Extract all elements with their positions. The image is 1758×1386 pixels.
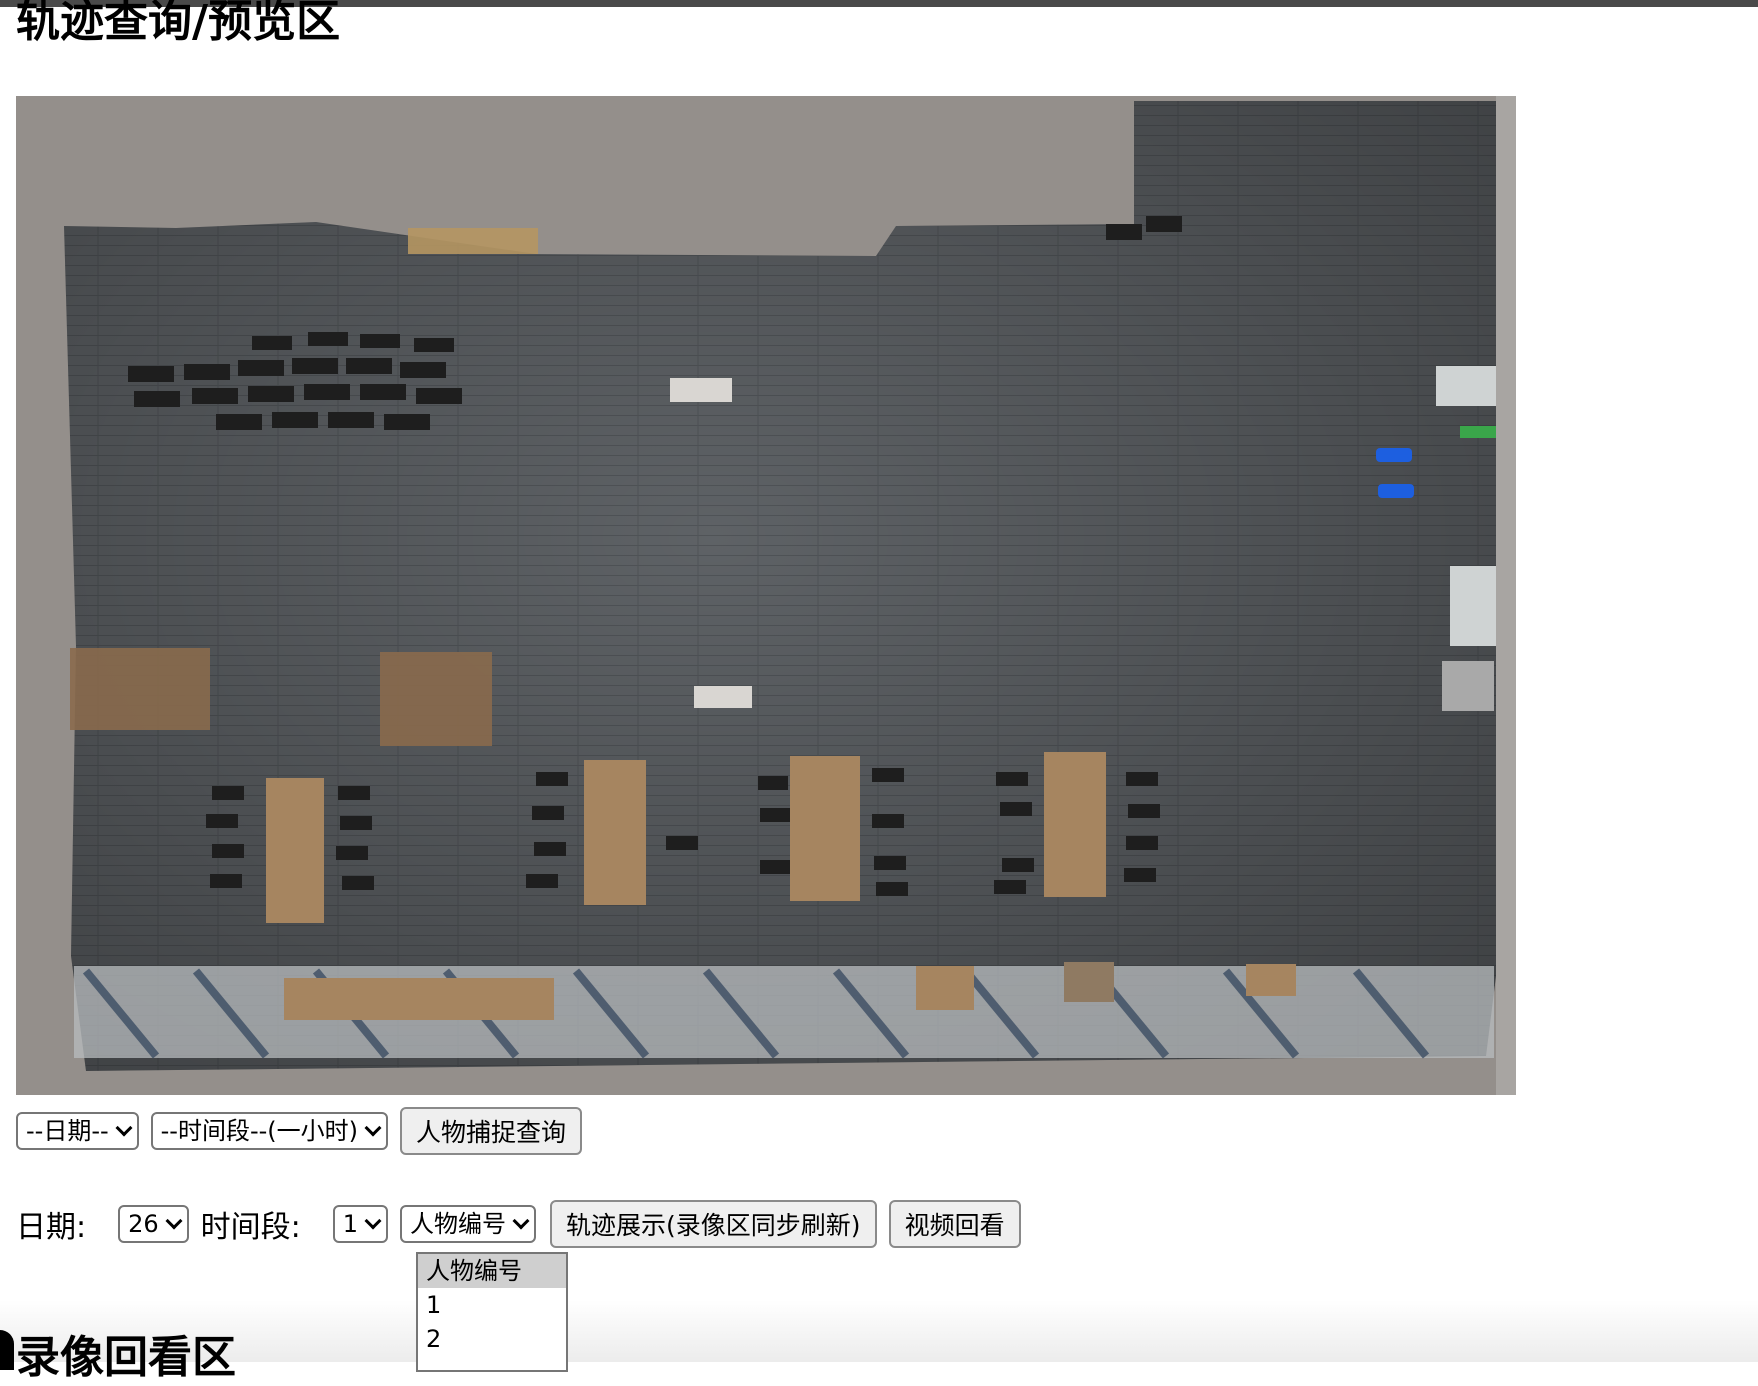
day-select[interactable]: 26 bbox=[118, 1205, 189, 1243]
timeslot-select[interactable]: --时间段--(一小时) bbox=[150, 1112, 389, 1150]
person-id-dropdown-list[interactable]: 人物编号 1 2 bbox=[416, 1252, 568, 1372]
chevron-down-icon bbox=[165, 1212, 183, 1230]
person-id-select[interactable]: 人物编号 bbox=[400, 1205, 537, 1243]
capture-query-button[interactable]: 人物捕捉查询 bbox=[400, 1107, 583, 1155]
dropdown-option[interactable]: 1 bbox=[418, 1288, 566, 1322]
floor-map-preview[interactable] bbox=[16, 96, 1516, 1095]
dropdown-option[interactable]: 人物编号 bbox=[418, 1254, 566, 1288]
capture-query-bar: --日期-- --时间段--(一小时) 人物捕捉查询 bbox=[16, 1107, 583, 1155]
blue-chair bbox=[1376, 448, 1412, 462]
day-select-value: 26 bbox=[128, 1210, 159, 1238]
date-label: 日期: bbox=[16, 1210, 87, 1245]
date-select[interactable]: --日期-- bbox=[16, 1112, 139, 1150]
timeslot-select-value: --时间段--(一小时) bbox=[160, 1117, 359, 1145]
timeslot-label: 时间段: bbox=[200, 1210, 301, 1245]
hour-select[interactable]: 1 bbox=[332, 1205, 389, 1243]
chevron-down-icon bbox=[512, 1212, 530, 1230]
dropdown-option[interactable]: 2 bbox=[418, 1322, 566, 1356]
desk bbox=[284, 978, 554, 1020]
page-bottom-shadow bbox=[0, 1300, 1758, 1362]
section-title-replay: 录像回看区 bbox=[16, 1332, 236, 1383]
page-title: 轨迹查询/预览区 bbox=[16, 0, 341, 47]
person-id-select-value: 人物编号 bbox=[410, 1210, 507, 1238]
track-display-button[interactable]: 轨迹展示(录像区同步刷新) bbox=[550, 1200, 877, 1248]
chevron-down-icon bbox=[115, 1119, 133, 1137]
chevron-down-icon bbox=[364, 1212, 382, 1230]
date-select-value: --日期-- bbox=[26, 1117, 109, 1145]
chevron-down-icon bbox=[364, 1119, 382, 1137]
hour-select-value: 1 bbox=[342, 1210, 359, 1238]
corner-artifact bbox=[0, 1330, 14, 1370]
track-bar: 日期: 26 时间段: 1 人物编号 轨迹展示(录像区同步刷新) 视频回看 bbox=[16, 1198, 1021, 1250]
video-replay-button[interactable]: 视频回看 bbox=[888, 1200, 1021, 1248]
floor-map-image bbox=[64, 96, 1516, 1095]
